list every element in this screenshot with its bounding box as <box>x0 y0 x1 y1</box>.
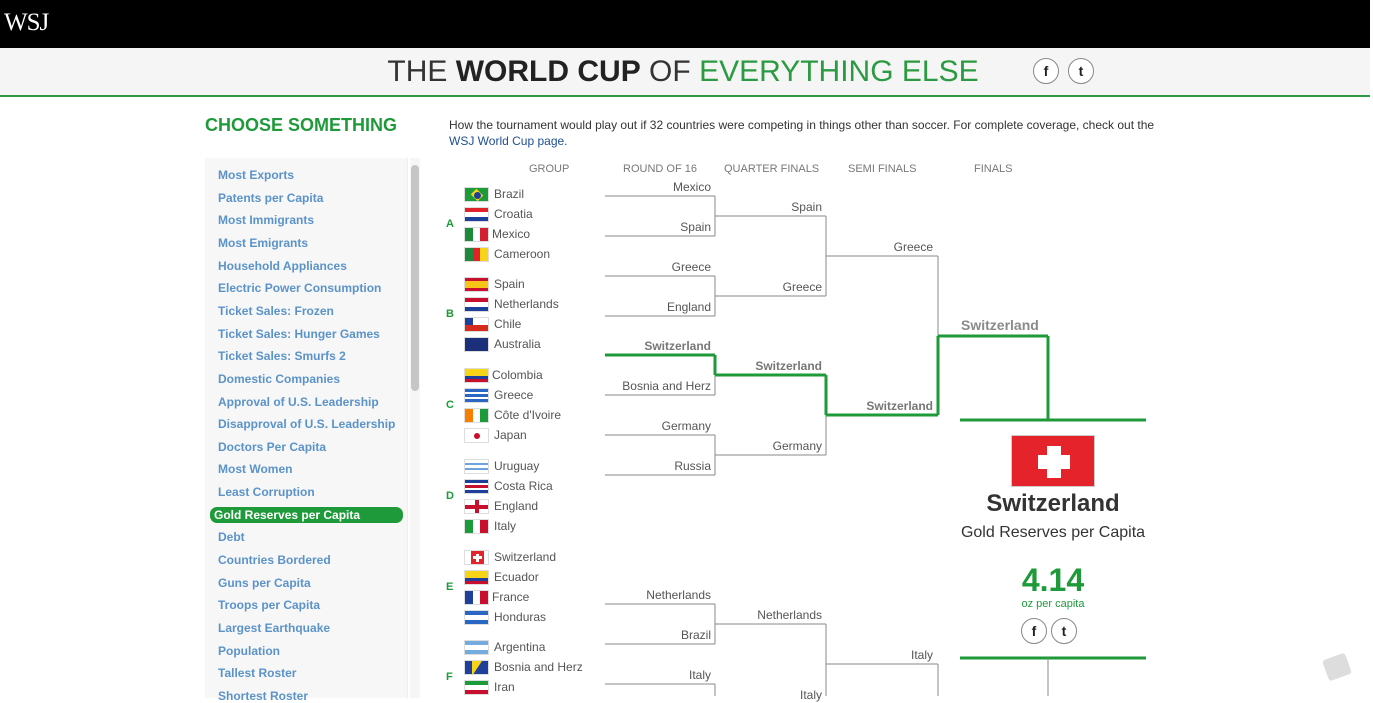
round-of-16-team[interactable]: Mexico <box>673 180 711 194</box>
round-of-16-team[interactable]: Spain <box>680 220 711 234</box>
quarter-final-team[interactable]: Spain <box>791 200 822 214</box>
round-of-16-team[interactable]: Bosnia and Herz <box>622 379 711 393</box>
result-unit: oz per capita <box>1021 598 1085 610</box>
round-of-16-team[interactable]: Germany <box>662 419 711 433</box>
quarter-final-team[interactable]: Greece <box>783 280 822 294</box>
round-of-16-team[interactable]: England <box>667 300 711 314</box>
result-category: Gold Reserves per Capita <box>960 524 1146 541</box>
facebook-share-icon[interactable]: f <box>1021 618 1047 644</box>
finalist-team[interactable]: Switzerland <box>961 317 1039 333</box>
quarter-final-team[interactable]: Italy <box>800 688 822 702</box>
round-of-16-team[interactable]: Italy <box>689 668 711 682</box>
quarter-final-team[interactable]: Germany <box>773 439 822 453</box>
switzerland-flag-icon <box>1011 435 1095 487</box>
round-of-16-team[interactable]: Switzerland <box>644 339 711 353</box>
result-country: Switzerland <box>986 490 1120 517</box>
twitter-share-icon[interactable]: t <box>1051 618 1077 644</box>
semi-final-team[interactable]: Italy <box>911 648 933 662</box>
round-of-16-team[interactable]: Russia <box>674 459 711 473</box>
quarter-final-team[interactable]: Switzerland <box>755 359 822 373</box>
round-of-16-team[interactable]: Netherlands <box>646 588 711 602</box>
round-of-16-team[interactable]: Brazil <box>681 628 711 642</box>
round-of-16-team[interactable]: Greece <box>672 260 711 274</box>
quarter-final-team[interactable]: Netherlands <box>757 608 822 622</box>
result-value: 4.14 <box>1021 562 1085 598</box>
semi-final-team[interactable]: Greece <box>894 240 933 254</box>
semi-final-team[interactable]: Switzerland <box>866 399 933 413</box>
